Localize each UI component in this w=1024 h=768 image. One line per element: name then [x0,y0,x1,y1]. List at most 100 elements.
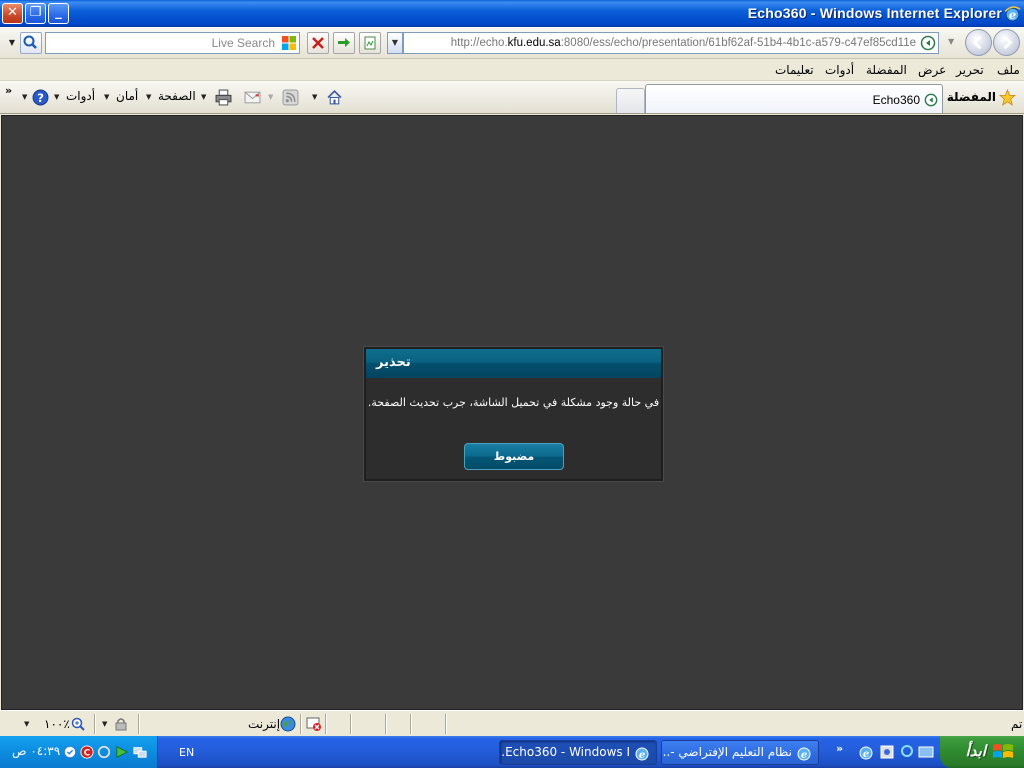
status-divider [325,714,327,734]
security-zone-label: إنترنت [248,717,281,731]
show-desktop-icon[interactable] [918,744,934,760]
home-icon[interactable] [326,89,343,106]
menu-bar: ملف تحرير عرض المفضلة أدوات تعليمات [0,59,1024,81]
page-dropdown[interactable]: ▼ [146,93,151,101]
menu-view[interactable]: عرض [918,63,946,77]
compatibility-view-button[interactable] [359,32,381,54]
url-prefix: http://echo. [450,37,508,49]
zoom-icon[interactable] [70,716,86,732]
dialog-header: تحذير [366,349,661,378]
rss-page-icon [364,36,376,50]
windows-live-icon [282,36,296,50]
print-dropdown[interactable]: ▼ [201,93,206,101]
new-tab-button[interactable] [616,88,645,113]
menu-file[interactable]: ملف [997,63,1020,77]
ok-button[interactable]: مضبوط [464,443,564,470]
address-toolbar: ▼ Live Search ▼ http://echo.kfu.edu.sa:8… [0,27,1024,59]
quick-launch-overflow[interactable]: » [836,742,843,755]
help-dropdown[interactable]: ▼ [22,93,27,101]
forward-button[interactable] [965,29,992,56]
internet-explorer-icon: e [797,747,811,761]
start-label: ابدأ [965,742,986,760]
quick-launch-ie-icon[interactable]: e [858,744,874,760]
tools-dropdown[interactable]: ▼ [54,93,59,101]
window-title: Echo360 - Windows Internet Explorer [747,5,1002,21]
favorites-label[interactable]: المفضلة [947,90,996,104]
menu-favorites[interactable]: المفضلة [866,63,907,77]
page-content: تحذير في حالة وجود مشكلة في تحميل الشاشة… [1,115,1023,710]
media-play-icon[interactable] [115,745,129,759]
tab-echo360[interactable]: Echo360 [645,84,943,113]
favorites-star-icon[interactable] [999,89,1016,106]
protected-mode-icon[interactable] [113,716,129,732]
restore-window-button[interactable]: ❐ [25,3,46,24]
stop-icon [312,37,324,49]
system-tray: C ٠٤:٣٩ ص [0,736,158,768]
dialog-title: تحذير [376,355,411,370]
mail-icon[interactable] [244,89,261,106]
svg-text:e: e [1009,8,1016,22]
menu-help[interactable]: تعليمات [775,63,814,77]
status-divider [138,714,140,734]
internet-explorer-icon: e [635,747,649,761]
taskbar: ابدأ e » نظام التعليم الإفتراضي -... e E… [0,736,1024,768]
recent-pages-dropdown[interactable]: ▼ [948,37,954,46]
rss-feed-icon[interactable] [282,89,299,106]
page-menu[interactable]: الصفحة [158,89,196,103]
task-label: نظام التعليم الإفتراضي -... [661,745,792,759]
status-divider [410,714,412,734]
page-loading-icon [924,93,938,107]
status-divider [385,714,387,734]
warning-dialog: تحذير في حالة وجود مشكلة في تحميل الشاشة… [364,347,663,481]
minimize-window-button[interactable]: _ [48,3,69,24]
taskbar-clock[interactable]: ٠٤:٣٩ ص [12,744,60,758]
back-button[interactable] [993,29,1020,56]
svg-text:e: e [639,750,645,761]
refresh-button[interactable] [333,32,355,54]
search-icon [23,35,37,49]
home-dropdown[interactable]: ▼ [312,93,317,101]
task-label: Echo360 - Windows I... [500,745,630,759]
tab-label: Echo360 [872,93,920,107]
toolbar-overflow-chevron[interactable]: » [5,84,12,97]
svg-text:e: e [863,749,869,760]
menu-edit[interactable]: تحرير [956,63,984,77]
status-done-text: تم [1011,717,1023,731]
address-history-dropdown[interactable]: ▼ [387,32,403,54]
live-search-input[interactable]: Live Search [45,32,300,54]
tab-command-bar: المفضلة Echo360 ▼ ▼ ▼ الصفحة ▼ أمان ▼ أد… [0,81,1024,114]
url-suffix: :8080/ess/echo/presentation/61bf62af-51b… [560,37,916,49]
quick-launch-media-icon[interactable] [879,744,895,760]
feeds-dropdown[interactable]: ▼ [268,93,273,101]
menu-tools[interactable]: أدوات [825,63,854,77]
help-icon[interactable]: ? [32,89,49,106]
taskbar-button-echo360[interactable]: Echo360 - Windows I... e [499,740,657,765]
stop-button[interactable] [307,32,329,54]
print-icon[interactable] [215,89,232,106]
quick-launch-search-icon[interactable] [900,744,916,760]
internet-zone-globe-icon [280,716,296,732]
taskbar-button-elearning[interactable]: نظام التعليم الإفتراضي -... e [661,740,819,765]
safety-menu[interactable]: أمان [116,89,138,103]
zoom-dropdown[interactable]: ▼ [24,720,29,728]
close-window-button[interactable]: ✕ [2,3,23,24]
safety-dropdown[interactable]: ▼ [104,93,109,101]
search-button[interactable] [20,32,42,54]
tools-menu[interactable]: أدوات [66,89,95,103]
popup-blocked-icon[interactable] [306,716,322,732]
page-go-icon[interactable] [920,35,936,51]
status-divider [350,714,352,734]
input-language-indicator[interactable]: EN [179,746,194,759]
zoom-level[interactable]: ١٠٠٪ [44,717,70,731]
network-icon[interactable] [133,745,147,759]
update-icon[interactable] [63,745,77,759]
svg-text:C: C [84,749,90,759]
arrow-left-icon [1003,35,1013,50]
address-input[interactable]: http://echo.kfu.edu.sa:8080/ess/echo/pre… [403,32,939,54]
antivirus-icon[interactable]: C [80,745,94,759]
search-options-dropdown[interactable]: ▼ [5,33,19,53]
sync-icon[interactable] [97,745,111,759]
protected-mode-dropdown[interactable]: ▼ [102,720,107,728]
internet-explorer-icon: e [1004,6,1021,22]
start-button[interactable]: ابدأ [940,736,1024,768]
